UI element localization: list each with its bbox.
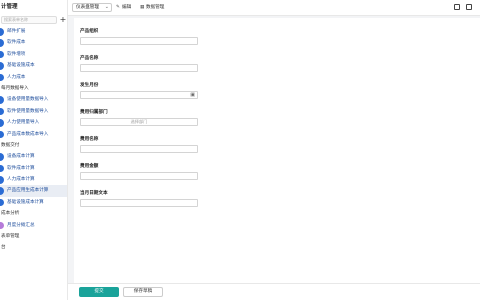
app-selector-label: 仪表盘管理 — [76, 5, 99, 10]
field-label: 产品组织 — [80, 29, 99, 34]
form-icon — [0, 73, 4, 82]
form-icon — [0, 119, 4, 127]
field-label: 当月日期文本 — [80, 191, 108, 196]
data-manage-label: 数据管理 — [146, 5, 165, 10]
sidebar-group-header[interactable]: 每月数据导入 — [0, 83, 67, 94]
submit-button[interactable]: 提交 — [79, 287, 119, 297]
chevron-down-icon: ⌄ — [104, 4, 109, 10]
window-icon[interactable] — [466, 4, 472, 10]
sidebar-item[interactable]: 软件增项 — [0, 49, 67, 60]
sidebar-item[interactable]: 设备成本计算 — [0, 151, 67, 162]
sidebar-item[interactable]: 人力成本计算 — [0, 174, 67, 185]
form-icon — [0, 153, 4, 161]
sidebar-item-label: 设备成本计算 — [7, 154, 35, 160]
sidebar-item-label: 软件成本计算 — [7, 165, 35, 171]
app-selector[interactable]: 仪表盘管理 ⌄ — [72, 3, 112, 12]
form-icon — [0, 176, 4, 184]
sidebar: 计管理 搜索表单名称 + 邮件扩展软件成本软件增项基础设施成本 人力成本每月数据导… — [0, 0, 68, 300]
sidebar-item[interactable]: 基础设施成本 — [0, 60, 67, 71]
month-text-input[interactable] — [80, 199, 198, 207]
sidebar-item[interactable]: 软件成本 — [0, 37, 67, 48]
sidebar-search-row: 搜索表单名称 + — [0, 14, 67, 26]
grid-icon: ▦ — [140, 5, 145, 10]
calendar-icon: ▣ — [190, 92, 195, 98]
field-label: 费用金额 — [80, 164, 99, 169]
sidebar-item-label: 人力使用量导入 — [7, 120, 40, 126]
sidebar-item-label: 软件使用量数据导入 — [7, 108, 49, 114]
department-select[interactable]: 选择部门 — [80, 118, 198, 126]
field-label: 费用归属部门 — [80, 110, 108, 115]
sidebar-group-header[interactable]: 表单管理 — [0, 231, 67, 242]
expense-amount-input[interactable] — [80, 172, 198, 180]
sidebar-item[interactable]: 人力使用量导入 — [0, 117, 67, 128]
notification-icon[interactable] — [454, 4, 460, 10]
edit-label: 编辑 — [122, 5, 132, 10]
sidebar-item[interactable]: 软件成本计算 — [0, 163, 67, 174]
form-icon — [0, 39, 4, 47]
form-icon — [0, 50, 4, 59]
sidebar-item[interactable]: 产品应用生成本计算 — [0, 185, 67, 197]
form-icon — [0, 96, 4, 104]
sidebar-group-header[interactable]: 成本分析 — [0, 208, 67, 219]
month-date-input[interactable]: ▣ — [80, 91, 198, 99]
field-label: 产品名称 — [80, 56, 99, 61]
form-canvas: 产品组织 产品名称 发生月份 ▣ 费用归属部门 选择部门 费用名称 费用金额 当… — [74, 18, 480, 288]
sidebar-search-input[interactable]: 搜索表单名称 — [1, 16, 57, 24]
product-name-input[interactable] — [80, 64, 198, 72]
sidebar-item-label: 人力成本计算 — [7, 177, 35, 183]
sidebar-item-label: 设备使用量数据导入 — [7, 97, 49, 103]
field-label: 发生月份 — [80, 83, 99, 88]
sidebar-item-label: 软件成本 — [7, 40, 26, 46]
sidebar-item[interactable]: 人力成本 — [0, 72, 67, 83]
form-icon — [0, 198, 4, 207]
form-icon — [0, 221, 4, 230]
sidebar-list: 邮件扩展软件成本软件增项基础设施成本 人力成本每月数据导入设备使用量数据导入 软件使… — [0, 26, 67, 254]
expense-name-input[interactable] — [80, 145, 198, 153]
form-icon — [0, 107, 4, 116]
sidebar-item-label: 基础设施成本计算 — [7, 199, 44, 205]
sidebar-item[interactable]: 基础设施成本计算 — [0, 197, 67, 208]
sidebar-item[interactable]: 软件使用量数据导入 — [0, 106, 67, 117]
form-icon — [0, 28, 4, 36]
form-icon — [0, 130, 4, 139]
sidebar-group-header[interactable]: 台 — [0, 242, 67, 253]
sidebar-item[interactable]: 邮件扩展 — [0, 26, 67, 37]
product-org-input[interactable] — [80, 37, 198, 45]
form-icon — [0, 164, 4, 173]
sidebar-item-label: 产品成本数成本导入 — [7, 131, 49, 137]
field-label: 费用名称 — [80, 137, 99, 142]
edit-button[interactable]: ✎ 编辑 — [116, 3, 131, 12]
sidebar-title: 计管理 — [1, 4, 18, 10]
sidebar-item[interactable]: 产品成本数成本导入 — [0, 129, 67, 140]
sidebar-item-label: 人力成本 — [7, 74, 26, 80]
sidebar-item-label: 月度分摊汇总 — [7, 222, 35, 228]
sidebar-item[interactable]: 设备使用量数据导入 — [0, 94, 67, 105]
form-icon — [0, 187, 4, 195]
sidebar-group-header[interactable]: 数据交付 — [0, 140, 67, 151]
data-manage-button[interactable]: ▦ 数据管理 — [140, 3, 164, 12]
top-bar: 仪表盘管理 ⌄ ✎ 编辑 ▦ 数据管理 — [68, 0, 480, 16]
sidebar-item-label: 产品应用生成本计算 — [7, 188, 49, 194]
sidebar-item[interactable]: 月度分摊汇总 — [0, 220, 67, 231]
add-form-icon[interactable]: + — [59, 16, 67, 24]
pencil-icon: ✎ — [116, 5, 120, 10]
sidebar-item-label: 邮件扩展 — [7, 29, 26, 34]
sidebar-item-label: 基础设施成本 — [7, 63, 35, 69]
bottom-action-bar: 提交 保存草稿 — [68, 283, 480, 300]
form-icon — [0, 62, 4, 70]
sidebar-item-label: 软件增项 — [7, 51, 26, 57]
save-draft-button[interactable]: 保存草稿 — [123, 287, 163, 297]
